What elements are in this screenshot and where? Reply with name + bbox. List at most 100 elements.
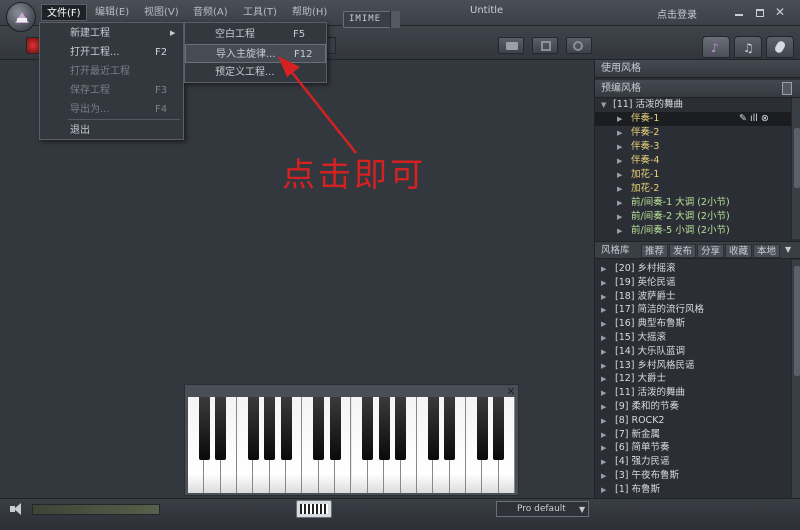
library-item[interactable]: ▶ [13] 乡村风格民谣 (595, 359, 791, 373)
submenu-item[interactable]: 空白工程 F5 (185, 25, 326, 44)
tabs-overflow-icon[interactable]: ▼ (785, 245, 791, 254)
expand-arrow-icon[interactable]: ▶ (617, 168, 622, 182)
tab-favorites[interactable]: 收藏 (725, 244, 753, 258)
expand-arrow-icon[interactable]: ▶ (601, 317, 606, 331)
black-key[interactable] (395, 397, 407, 460)
expand-arrow-icon[interactable]: ▶ (601, 276, 606, 290)
piano-toggle-icon[interactable] (296, 500, 332, 518)
preset-item[interactable]: ▶ 前/间奏-2 大调 (2小节) (595, 210, 791, 224)
preset-root[interactable]: ▼ [11] 活泼的舞曲 (595, 98, 791, 112)
expand-arrow-icon[interactable]: ▶ (601, 469, 606, 483)
chevron-down-icon[interactable]: ▼ (579, 505, 585, 514)
black-key[interactable] (198, 397, 210, 460)
close-icon[interactable]: ✕ (775, 6, 787, 18)
login-link[interactable]: 点击登录 (657, 6, 697, 21)
library-item[interactable]: ▶ [7] 新金属 (595, 428, 791, 442)
preset-item[interactable]: ▶ 加花-1 (595, 168, 791, 182)
preset-dropdown[interactable]: Pro default (496, 501, 589, 517)
library-item[interactable]: ▶ [14] 大乐队蓝调 (595, 345, 791, 359)
expand-arrow-icon[interactable]: ▶ (617, 210, 622, 224)
black-key[interactable] (264, 397, 276, 460)
preset-item[interactable]: ▶ 加花-2 (595, 182, 791, 196)
black-key[interactable] (247, 397, 259, 460)
library-item[interactable]: ▶ [12] 大爵士 (595, 372, 791, 386)
scroll-thumb[interactable] (794, 266, 800, 376)
expand-arrow-icon[interactable]: ▶ (601, 303, 606, 317)
volume-slider[interactable] (32, 504, 160, 515)
menu-file[interactable]: 文件(F) (41, 4, 87, 21)
expand-arrow-icon[interactable]: ▶ (617, 196, 622, 210)
expand-arrow-icon[interactable]: ▶ (601, 359, 606, 373)
expand-arrow-icon[interactable]: ▶ (601, 331, 606, 345)
expand-arrow-icon[interactable]: ▶ (601, 400, 606, 414)
expand-arrow-icon[interactable]: ▶ (617, 154, 622, 168)
expand-arrow-icon[interactable]: ▶ (601, 483, 606, 497)
black-key[interactable] (444, 397, 456, 460)
expand-arrow-icon[interactable]: ▶ (601, 386, 606, 400)
expand-arrow-icon[interactable]: ▶ (601, 262, 606, 276)
expand-arrow-icon[interactable]: ▶ (601, 428, 606, 442)
preset-item[interactable]: ▶ 前/间奏-1 大调 (2小节) (595, 196, 791, 210)
black-key[interactable] (280, 397, 292, 460)
expand-arrow-icon[interactable]: ▶ (617, 112, 622, 126)
scroll-thumb[interactable] (794, 128, 800, 188)
preset-item[interactable]: ▶ 前/间奏-5 小调 (2小节) (595, 224, 791, 238)
library-item[interactable]: ▶ [4] 强力民谣 (595, 455, 791, 469)
preset-item[interactable]: ▶ 伴奏-2 (595, 126, 791, 140)
tab-recommend[interactable]: 推荐 (641, 244, 669, 258)
tab-share[interactable]: 分享 (697, 244, 725, 258)
library-item[interactable]: ▶ [11] 活泼的舞曲 (595, 386, 791, 400)
expand-arrow-icon[interactable]: ▶ (601, 290, 606, 304)
record-button[interactable] (26, 37, 40, 54)
mic-tab-icon[interactable] (766, 36, 794, 58)
preset-item[interactable]: ▶ 伴奏-3 (595, 140, 791, 154)
black-key[interactable] (313, 397, 325, 460)
menu-tools[interactable]: 工具(T) (238, 4, 282, 21)
file-menu-item[interactable]: 打开工程... F2 (40, 43, 183, 62)
expand-arrow-icon[interactable]: ▶ (601, 345, 606, 359)
expand-arrow-icon[interactable]: ▶ (601, 372, 606, 386)
black-key[interactable] (378, 397, 390, 460)
app-logo-icon[interactable] (6, 2, 36, 32)
tab-publish[interactable]: 发布 (669, 244, 697, 258)
preset-actions-icon[interactable]: ✎ ıll ⊗ (739, 112, 769, 126)
library-item[interactable]: ▶ [15] 大摇滚 (595, 331, 791, 345)
library-item[interactable]: ▶ [1] 布鲁斯 (595, 483, 791, 497)
black-key[interactable] (476, 397, 488, 460)
library-item[interactable]: ▶ [19] 英伦民谣 (595, 276, 791, 290)
library-item[interactable]: ▶ [9] 柔和的节奏 (595, 400, 791, 414)
expand-arrow-icon[interactable]: ▶ (617, 182, 622, 196)
open-folder-icon[interactable] (498, 37, 524, 54)
menu-audio[interactable]: 音频(A) (188, 4, 233, 21)
menu-help[interactable]: 帮助(H) (287, 4, 332, 21)
library-item[interactable]: ▶ [17] 简洁的流行风格 (595, 303, 791, 317)
file-menu-item[interactable]: 新建工程 ▶ (40, 24, 183, 43)
black-key[interactable] (362, 397, 374, 460)
expand-arrow-icon[interactable]: ▶ (617, 126, 622, 140)
minimize-icon[interactable] (733, 8, 745, 18)
library-item[interactable]: ▶ [3] 午夜布鲁斯 (595, 469, 791, 483)
preset-item[interactable]: ▶ 伴奏-4 (595, 154, 791, 168)
score-tab-icon[interactable]: ♫ (734, 36, 762, 58)
black-key[interactable] (329, 397, 341, 460)
file-menu-item[interactable]: 退出 (40, 121, 183, 140)
tab-local[interactable]: 本地 (753, 244, 781, 258)
library-item[interactable]: ▶ [8] ROCK2 (595, 414, 791, 428)
library-item[interactable]: ▶ [6] 简单节奏 (595, 441, 791, 455)
maximize-icon[interactable] (754, 8, 766, 18)
preset-item[interactable]: ▶ 伴奏-1 ✎ ıll ⊗ (595, 112, 791, 126)
expand-arrow-icon[interactable]: ▶ (617, 140, 622, 154)
chevron-down-icon[interactable] (390, 11, 400, 28)
preset-scrollbar[interactable] (791, 98, 800, 239)
export-icon[interactable] (566, 37, 592, 54)
menu-edit[interactable]: 编辑(E) (90, 4, 134, 21)
expand-arrow-icon[interactable]: ▶ (617, 224, 622, 238)
expand-arrow-icon[interactable]: ▶ (601, 441, 606, 455)
expand-arrow-icon[interactable]: ▶ (601, 414, 606, 428)
library-item[interactable]: ▶ [20] 乡村摇滚 (595, 262, 791, 276)
black-key[interactable] (493, 397, 505, 460)
expand-arrow-icon[interactable]: ▶ (601, 455, 606, 469)
menu-view[interactable]: 视图(V) (139, 4, 184, 21)
save-icon[interactable] (532, 37, 558, 54)
library-item[interactable]: ▶ [16] 典型布鲁斯 (595, 317, 791, 331)
